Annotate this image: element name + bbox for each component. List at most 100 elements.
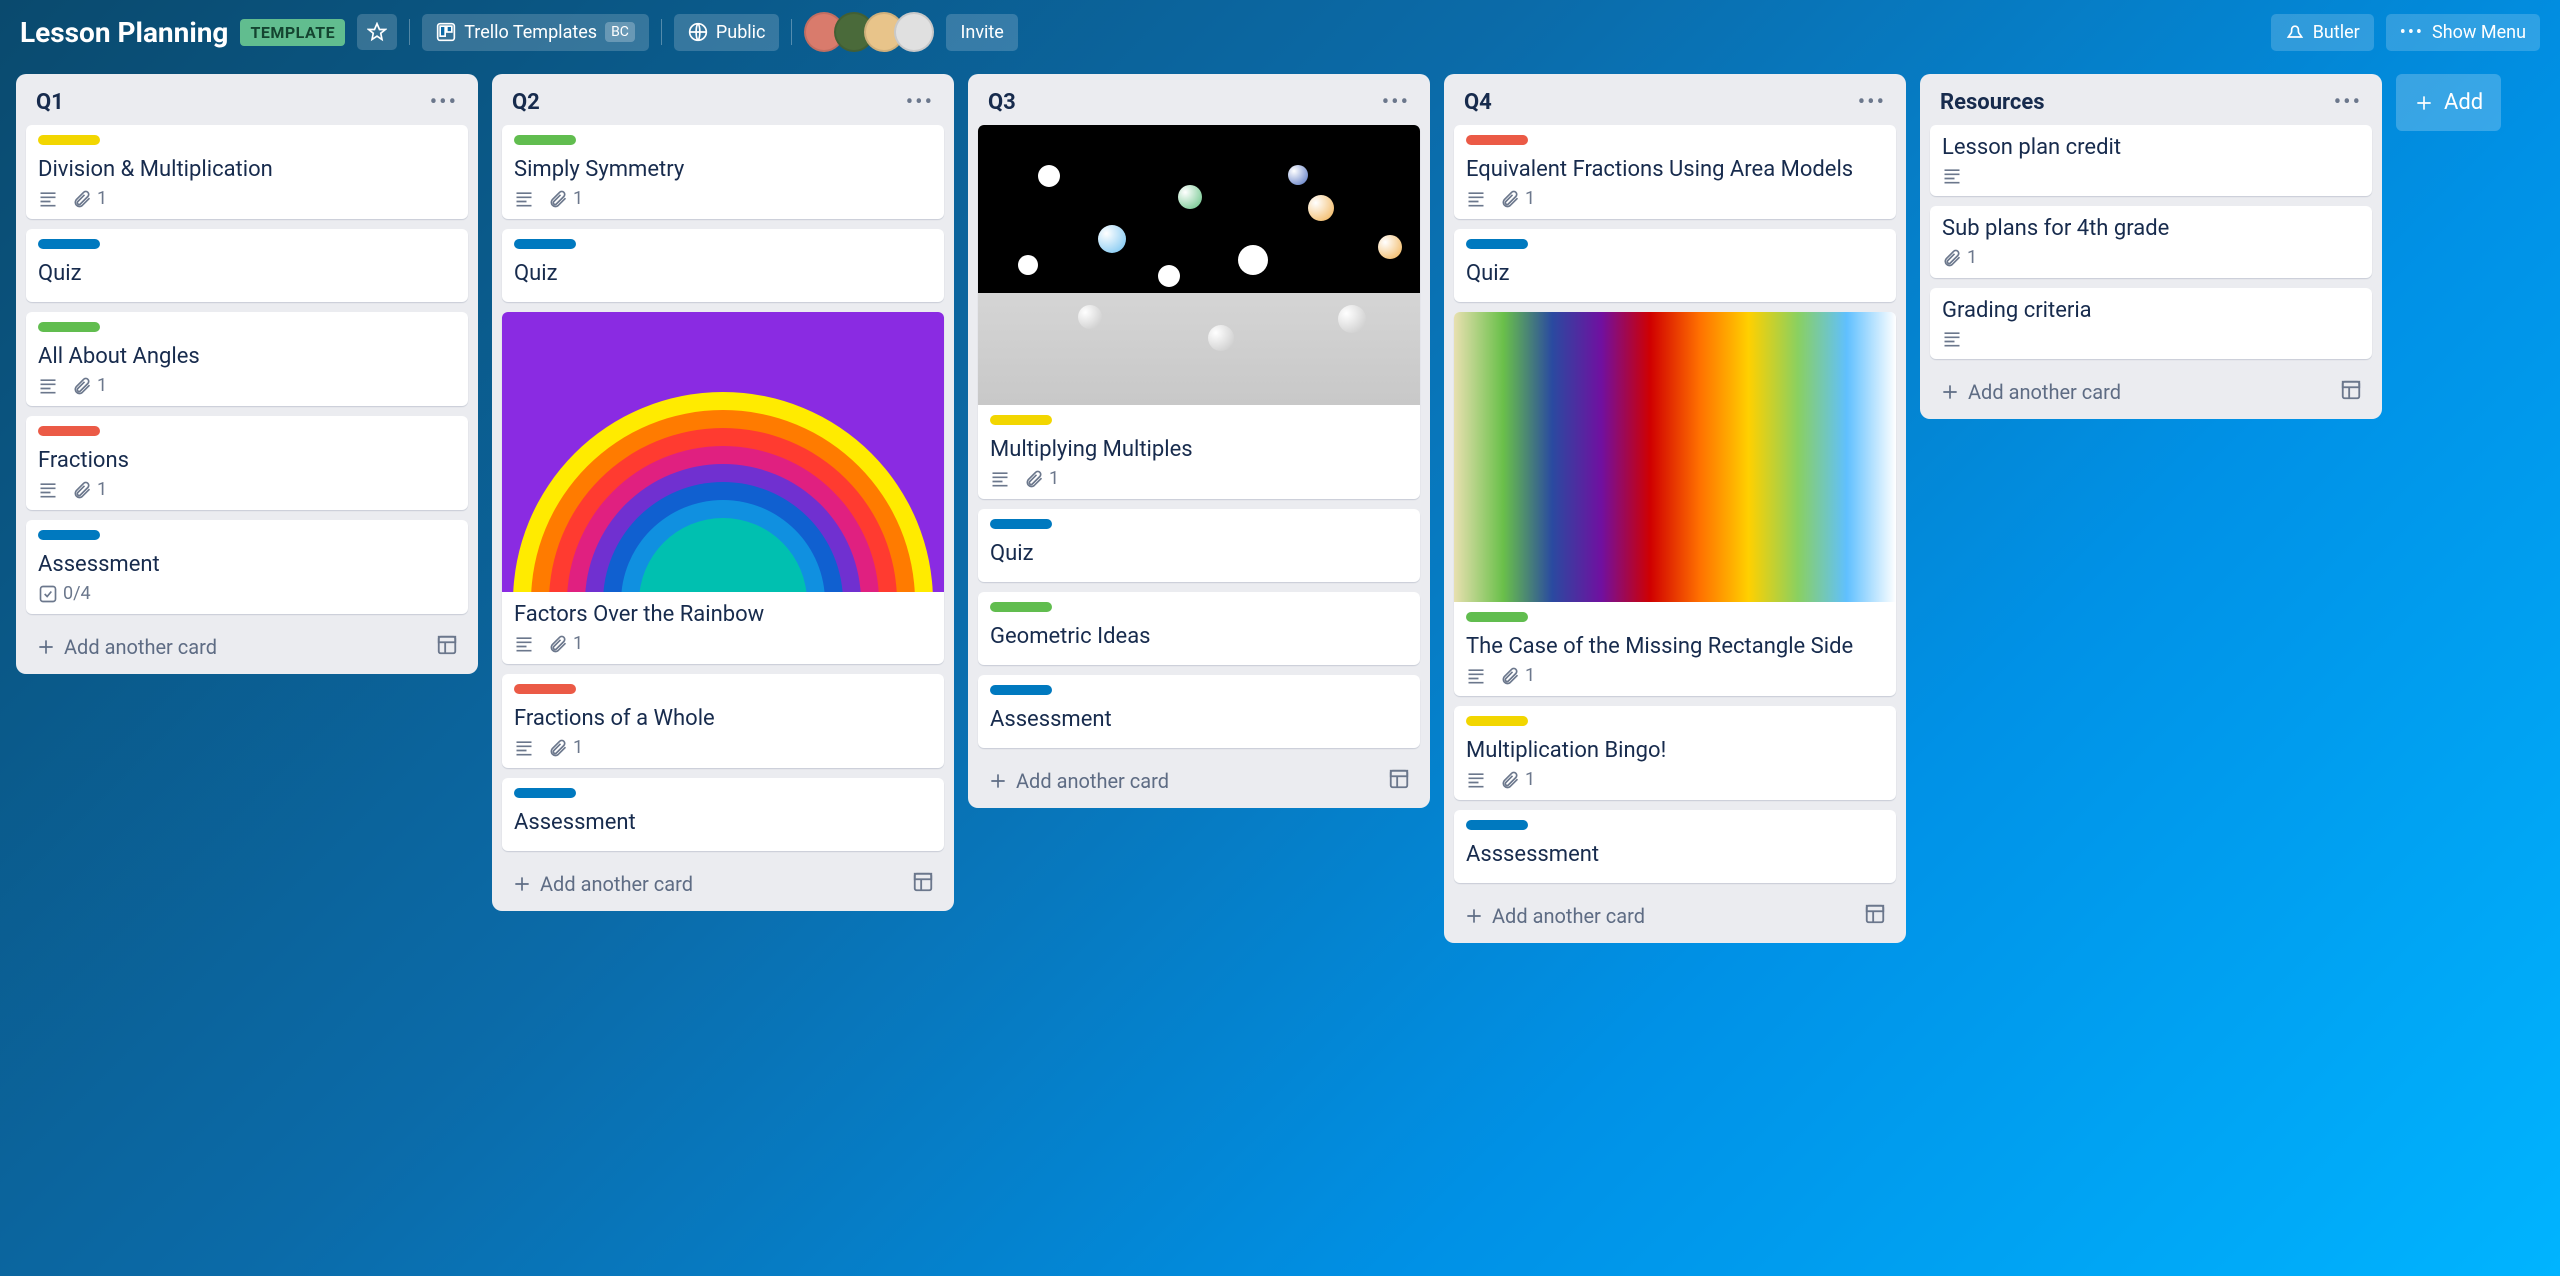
card[interactable]: Asssessment [1454,810,1896,883]
description-icon [38,480,58,500]
card[interactable]: Equivalent Fractions Using Area Models1 [1454,125,1896,219]
card-label[interactable] [38,239,100,249]
card-label[interactable] [990,415,1052,425]
list-footer: Add another card [502,861,944,901]
card[interactable]: Quiz [1454,229,1896,302]
card[interactable]: Lesson plan credit [1930,125,2372,196]
add-card-button[interactable]: Add another card [988,769,1169,793]
card[interactable]: Geometric Ideas [978,592,1420,665]
list-footer: Add another card [1454,893,1896,933]
add-list-button[interactable]: Add [2396,74,2501,131]
card-label[interactable] [1466,612,1528,622]
card[interactable]: Simply Symmetry1 [502,125,944,219]
workspace-button[interactable]: Trello Templates BC [422,14,649,51]
card[interactable]: Factors Over the Rainbow 1 [502,312,944,664]
list-menu-button[interactable]: ••• [906,90,934,115]
invite-button[interactable]: Invite [946,14,1017,51]
add-card-button[interactable]: Add another card [36,635,217,659]
list-menu-button[interactable]: ••• [1858,90,1886,115]
card[interactable]: Assessment [502,778,944,851]
card[interactable]: Multiplication Bingo!1 [1454,706,1896,800]
list-title[interactable]: Q2 [512,90,540,115]
list-menu-button[interactable]: ••• [1382,90,1410,115]
list-title[interactable]: Resources [1940,90,2045,115]
description-icon [1466,770,1486,790]
list: Q4 ••• Equivalent Fractions Using Area M… [1444,74,1906,943]
list-title[interactable]: Q3 [988,90,1016,115]
description-icon [1942,329,1962,349]
card-template-button[interactable] [1864,903,1886,929]
card-label[interactable] [514,239,576,249]
card-label[interactable] [514,684,576,694]
card[interactable]: Division & Multiplication1 [26,125,468,219]
show-menu-button[interactable]: ••• Show Menu [2386,14,2540,51]
card[interactable]: Fractions of a Whole1 [502,674,944,768]
card-label[interactable] [38,135,100,145]
card-label[interactable] [38,530,100,540]
card-template-button[interactable] [912,871,934,897]
attachment-badge: 1 [548,188,583,209]
list-menu-button[interactable]: ••• [2334,90,2362,115]
card-label[interactable] [1466,239,1528,249]
butler-button[interactable]: Butler [2271,14,2374,51]
card-label[interactable] [1466,135,1528,145]
card[interactable]: Grading criteria [1930,288,2372,359]
star-icon [367,22,387,42]
card[interactable]: The Case of the Missing Rectangle Side1 [1454,312,1896,696]
card-label[interactable] [990,685,1052,695]
add-card-button[interactable]: Add another card [1940,380,2121,404]
card-title: Quiz [38,261,456,286]
list-menu-button[interactable]: ••• [430,90,458,115]
add-card-button[interactable]: Add another card [1464,904,1645,928]
avatar[interactable] [894,12,934,52]
card-label[interactable] [990,602,1052,612]
card-title: Geometric Ideas [990,624,1408,649]
attachment-badge: 1 [548,633,583,654]
list: Q2 ••• Simply Symmetry1 Quiz Factors Over … [492,74,954,911]
board-header: Lesson Planning TEMPLATE Trello Template… [0,0,2560,64]
list-title[interactable]: Q4 [1464,90,1492,115]
card-title: Multiplying Multiples [990,437,1408,462]
member-avatars[interactable] [804,12,934,52]
card-label[interactable] [38,322,100,332]
description-icon [38,376,58,396]
card[interactable]: Quiz [502,229,944,302]
card-template-button[interactable] [436,634,458,660]
list-header: Q3 ••• [978,84,1420,125]
card-template-button[interactable] [1388,768,1410,794]
card-label[interactable] [514,135,576,145]
card-title: Assessment [38,552,456,577]
card-label[interactable] [514,788,576,798]
trello-icon [436,22,456,42]
card[interactable]: Multiplying Multiples1 [978,125,1420,499]
card-label[interactable] [1466,716,1528,726]
card-title: Fractions of a Whole [514,706,932,731]
description-icon [514,189,534,209]
card-title: Division & Multiplication [38,157,456,182]
card-label[interactable] [1466,820,1528,830]
list-title[interactable]: Q1 [36,90,64,115]
card[interactable]: Assessment0/4 [26,520,468,614]
attachment-badge: 1 [72,479,107,500]
card-label[interactable] [38,426,100,436]
card[interactable]: Sub plans for 4th grade1 [1930,206,2372,278]
card-label[interactable] [990,519,1052,529]
template-badge: TEMPLATE [240,19,345,46]
description-icon [38,189,58,209]
card[interactable]: Quiz [978,509,1420,582]
card-title: All About Angles [38,344,456,369]
card-template-button[interactable] [2340,379,2362,405]
divider [661,19,662,45]
add-card-button[interactable]: Add another card [512,872,693,896]
card[interactable]: Quiz [26,229,468,302]
description-icon [1466,189,1486,209]
globe-icon [688,22,708,42]
card[interactable]: All About Angles1 [26,312,468,406]
star-button[interactable] [357,14,397,50]
card-title: Factors Over the Rainbow [514,602,932,627]
divider [409,19,410,45]
visibility-button[interactable]: Public [674,14,780,51]
card[interactable]: Fractions1 [26,416,468,510]
card[interactable]: Assessment [978,675,1420,748]
list-header: Resources ••• [1930,84,2372,125]
